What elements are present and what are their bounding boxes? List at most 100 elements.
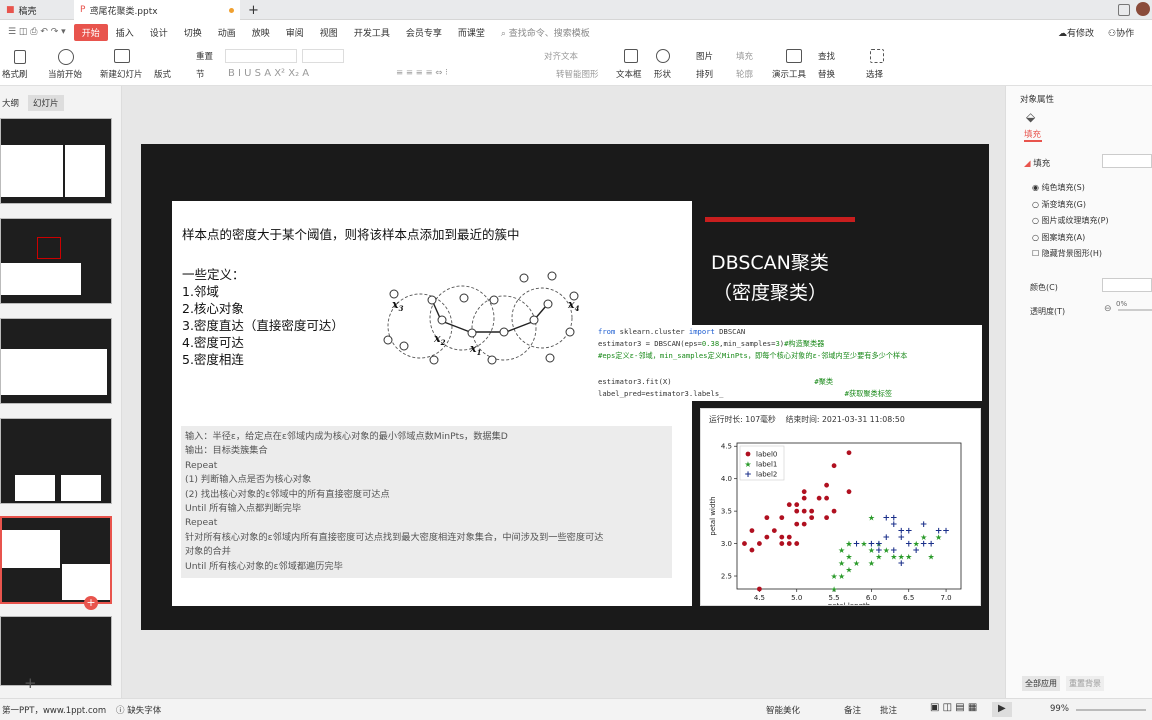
menu-slideshow[interactable]: 放映: [244, 26, 278, 39]
textbox-button[interactable]: 文本框: [616, 68, 642, 80]
x-tick-label: 6.5: [903, 594, 914, 602]
slide-subtitle: （密度聚类）: [713, 282, 828, 304]
view-mode-icons[interactable]: ▣ ◫ ▤ ▦: [930, 702, 977, 713]
format-painter-icon[interactable]: [14, 50, 26, 64]
font-size-field[interactable]: [302, 49, 344, 63]
font-name-field[interactable]: [225, 49, 297, 63]
layout-button[interactable]: 版式: [154, 68, 171, 80]
menu-insert[interactable]: 插入: [108, 26, 142, 39]
play-icon[interactable]: [58, 49, 74, 65]
replace-button[interactable]: 替换: [818, 68, 835, 80]
modify-button[interactable]: ☁有修改: [1058, 26, 1094, 39]
avatar[interactable]: [1136, 2, 1150, 16]
thumb-chart-block: [62, 564, 110, 600]
presenter-tools-button[interactable]: 演示工具: [772, 68, 806, 80]
hide-bg-checkbox[interactable]: ☐ 隐藏背景图形(H): [1032, 246, 1109, 263]
reset-button[interactable]: 重置: [196, 50, 213, 62]
panel-title: 对象属性: [1020, 95, 1055, 105]
align-text-button[interactable]: 对齐文本: [544, 50, 578, 62]
play-from-current-button[interactable]: 当前开始: [48, 68, 82, 80]
select-icon[interactable]: [870, 49, 884, 63]
fill-tab[interactable]: 填充: [1024, 128, 1041, 140]
apply-all-button[interactable]: 全部应用: [1022, 676, 1060, 691]
new-slide-button[interactable]: 新建幻灯片: [100, 68, 143, 80]
slide-thumbnail-2[interactable]: [0, 218, 112, 304]
slide-thumbnail-4[interactable]: [0, 418, 112, 504]
shape-button[interactable]: 形状: [654, 68, 671, 80]
algorithm-box: 输入：半径ε，给定点在ε邻域内成为核心对象的最小邻域点数MinPts，数据集D …: [181, 426, 672, 578]
select-button[interactable]: 选择: [866, 68, 883, 80]
sample-point: [547, 271, 557, 281]
new-tab-button[interactable]: +: [242, 0, 265, 20]
slide-thumbnail-3[interactable]: [0, 318, 112, 404]
slide-thumbnail-6[interactable]: [0, 616, 112, 686]
comment-button[interactable]: 批注: [880, 704, 897, 716]
add-slide-icon[interactable]: +: [84, 596, 98, 610]
fill-button[interactable]: 填充: [736, 50, 753, 62]
menu-review[interactable]: 审阅: [278, 26, 312, 39]
menu-icons[interactable]: ☰ ◫ ⎙ ↶ ↷ ▾: [0, 27, 74, 37]
paragraph-buttons[interactable]: ≡ ≡ ≡ ≡ ⇔ ⁝: [396, 68, 448, 78]
fill-picture-radio[interactable]: ○ 图片或纹理填充(P): [1032, 213, 1109, 230]
color-picker[interactable]: [1102, 278, 1152, 292]
menu-view[interactable]: 视图: [312, 26, 346, 39]
play-slideshow-button[interactable]: ▶: [992, 702, 1012, 717]
menu-animation[interactable]: 动画: [210, 26, 244, 39]
slide-thumbnail-5-selected[interactable]: +: [0, 516, 112, 610]
slide-thumbnail-1[interactable]: [0, 118, 112, 204]
outline-button[interactable]: 轮廓: [736, 68, 753, 80]
outline-tab[interactable]: 大纲: [2, 97, 19, 109]
slides-tab[interactable]: 幻灯片: [28, 95, 64, 111]
fill-preset-select[interactable]: [1102, 154, 1152, 168]
picture-button[interactable]: 图片: [696, 50, 713, 62]
tab-document[interactable]: P 鸢尾花聚类.pptx: [74, 0, 240, 20]
people-icon: ⚇: [1108, 29, 1117, 39]
menu-class[interactable]: 而课堂: [450, 26, 493, 39]
transparency-slider[interactable]: [1118, 309, 1152, 311]
zoom-slider[interactable]: [1076, 709, 1146, 711]
minus-icon[interactable]: ⊖: [1104, 304, 1112, 314]
find-button[interactable]: 查找: [818, 50, 835, 62]
presenter-icon[interactable]: [786, 49, 802, 63]
smart-art-button[interactable]: 转智能图形: [556, 68, 599, 80]
zoom-level[interactable]: 99%: [1050, 704, 1069, 714]
sample-point: [565, 327, 575, 337]
missing-font-button[interactable]: ⓘ 缺失字体: [116, 704, 161, 716]
sample-point: [499, 327, 509, 337]
shape-icon[interactable]: [656, 49, 670, 63]
add-slide-button[interactable]: +: [24, 674, 37, 692]
data-point-label2: +: [912, 546, 920, 556]
scatter-chart: 4.5 5.0 5.5 6.0 6.5 7.0 2.5 3.0 3.5 4.0 4.5 petal l…: [709, 442, 962, 605]
format-painter-button[interactable]: 格式刷: [2, 68, 28, 80]
menu-home[interactable]: 开始: [73, 23, 108, 41]
arrange-button[interactable]: 排列: [696, 68, 713, 80]
window-icon[interactable]: [1118, 4, 1130, 16]
reset-background-button[interactable]: 重置背景: [1066, 676, 1104, 691]
font-style-buttons[interactable]: B I U S A X² X₂ A: [228, 68, 309, 79]
fill-solid-radio[interactable]: ◉ 纯色填充(S): [1032, 180, 1109, 197]
checkbox-icon: ☐: [1032, 249, 1040, 259]
data-point-label0: [831, 508, 837, 514]
data-point-label0: [786, 534, 792, 540]
notes-button[interactable]: 备注: [844, 704, 861, 716]
menu-member[interactable]: 会员专享: [398, 26, 450, 39]
command-search[interactable]: ⌕ 查找命令、搜索模板: [493, 26, 598, 39]
section-button[interactable]: 节: [196, 68, 205, 80]
smart-beautify-button[interactable]: 智能美化: [766, 704, 800, 716]
data-point-label2: +: [883, 533, 891, 543]
menu-design[interactable]: 设计: [142, 26, 176, 39]
fill-gradient-radio[interactable]: ○ 渐变填充(G): [1032, 197, 1109, 214]
sample-point: [545, 353, 555, 363]
x-tick-label: 5.5: [828, 594, 839, 602]
sample-point: [529, 315, 539, 325]
collab-button[interactable]: ⚇协作: [1108, 26, 1134, 39]
new-slide-icon[interactable]: [114, 49, 130, 63]
textbox-icon[interactable]: [624, 49, 638, 63]
menu-developer[interactable]: 开发工具: [346, 26, 398, 39]
paint-bucket-icon[interactable]: ⬙: [1026, 110, 1035, 124]
fill-section-label[interactable]: ◢ 填充: [1024, 157, 1050, 169]
tab-home[interactable]: ■ 稿壳: [0, 0, 68, 20]
menu-transition[interactable]: 切换: [176, 26, 210, 39]
fill-pattern-radio[interactable]: ○ 图案填充(A): [1032, 230, 1109, 247]
y-axis-label: petal width: [709, 496, 717, 535]
